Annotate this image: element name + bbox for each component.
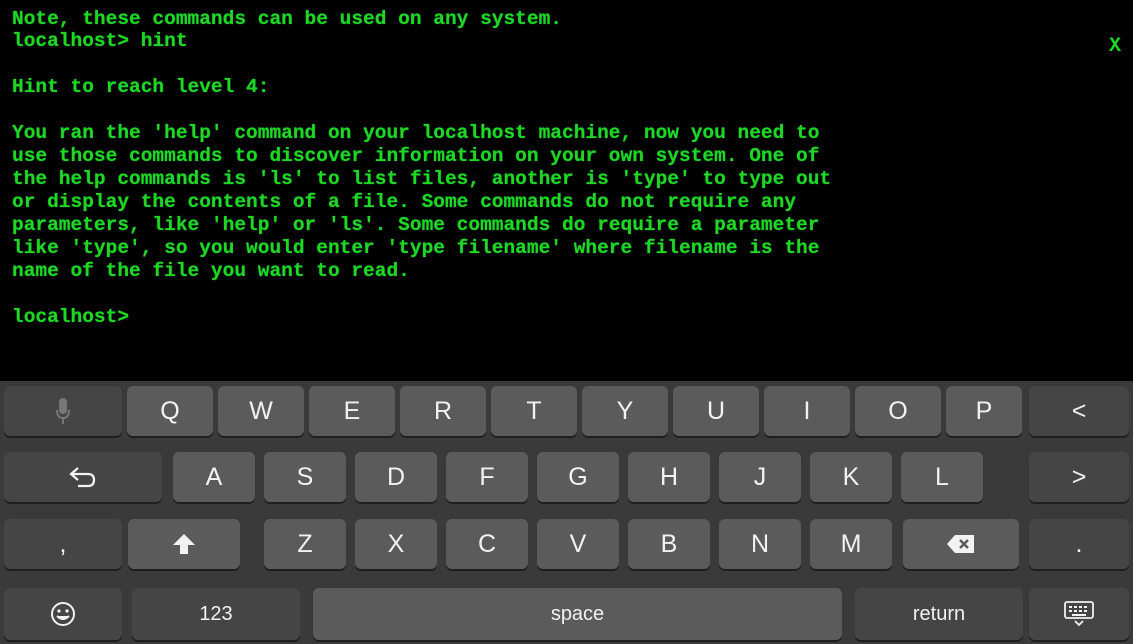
hide-keyboard-key[interactable]: [1029, 588, 1129, 640]
key-f[interactable]: F: [446, 452, 528, 502]
onscreen-keyboard: Q W E R T Y U I O P < A S D F G H J K L …: [0, 381, 1133, 644]
terminal-line: parameters, like 'help' or 'ls'. Some co…: [12, 214, 820, 236]
terminal-line: like 'type', so you would enter 'type fi…: [12, 237, 820, 259]
key-h[interactable]: H: [628, 452, 710, 502]
key-r[interactable]: R: [400, 386, 486, 436]
terminal-prompt[interactable]: localhost>: [12, 307, 129, 328]
key-w[interactable]: W: [218, 386, 304, 436]
undo-icon: [68, 466, 98, 488]
key-b[interactable]: B: [628, 519, 710, 569]
key-x[interactable]: X: [355, 519, 437, 569]
key-q[interactable]: Q: [127, 386, 213, 436]
key-i[interactable]: I: [764, 386, 850, 436]
key-o[interactable]: O: [855, 386, 941, 436]
key-g[interactable]: G: [537, 452, 619, 502]
terminal-line: or display the contents of a file. Some …: [12, 191, 797, 213]
right-arrow-key[interactable]: >: [1029, 452, 1129, 502]
key-j[interactable]: J: [719, 452, 801, 502]
numbers-key[interactable]: 123: [132, 588, 300, 640]
microphone-key[interactable]: [4, 386, 122, 436]
terminal-line: You ran the 'help' command on your local…: [12, 122, 820, 144]
terminal-line: name of the file you want to read.: [12, 260, 410, 282]
terminal-line: Note, these commands can be used on any …: [12, 8, 562, 30]
key-t[interactable]: T: [491, 386, 577, 436]
key-d[interactable]: D: [355, 452, 437, 502]
period-key[interactable]: .: [1029, 519, 1129, 569]
key-p[interactable]: P: [946, 386, 1022, 436]
key-u[interactable]: U: [673, 386, 759, 436]
key-s[interactable]: S: [264, 452, 346, 502]
key-c[interactable]: C: [446, 519, 528, 569]
microphone-icon: [56, 397, 70, 425]
backspace-key[interactable]: [903, 519, 1019, 569]
comma-key[interactable]: ,: [4, 519, 122, 569]
terminal-line: Hint to reach level 4:: [12, 76, 270, 98]
terminal-line: use those commands to discover informati…: [12, 145, 820, 167]
key-a[interactable]: A: [173, 452, 255, 502]
close-button[interactable]: X: [1109, 37, 1121, 57]
terminal-line: localhost> hint: [12, 30, 188, 52]
space-bar[interactable]: space: [313, 588, 842, 640]
key-y[interactable]: Y: [582, 386, 668, 436]
emoji-key[interactable]: [4, 588, 122, 640]
terminal-line: the help commands is 'ls' to list files,…: [12, 168, 832, 190]
key-e[interactable]: E: [309, 386, 395, 436]
backspace-icon: [946, 534, 976, 554]
keyboard-dismiss-icon: [1064, 601, 1094, 627]
undo-key[interactable]: [4, 452, 162, 502]
left-arrow-key[interactable]: <: [1029, 386, 1129, 436]
key-n[interactable]: N: [719, 519, 801, 569]
return-key[interactable]: return: [855, 588, 1023, 640]
shift-icon: [172, 533, 196, 555]
key-k[interactable]: K: [810, 452, 892, 502]
key-v[interactable]: V: [537, 519, 619, 569]
shift-key[interactable]: [128, 519, 240, 569]
emoji-icon: [50, 601, 76, 627]
terminal-output: Note, these commands can be used on any …: [0, 0, 1133, 381]
key-z[interactable]: Z: [264, 519, 346, 569]
key-l[interactable]: L: [901, 452, 983, 502]
key-m[interactable]: M: [810, 519, 892, 569]
